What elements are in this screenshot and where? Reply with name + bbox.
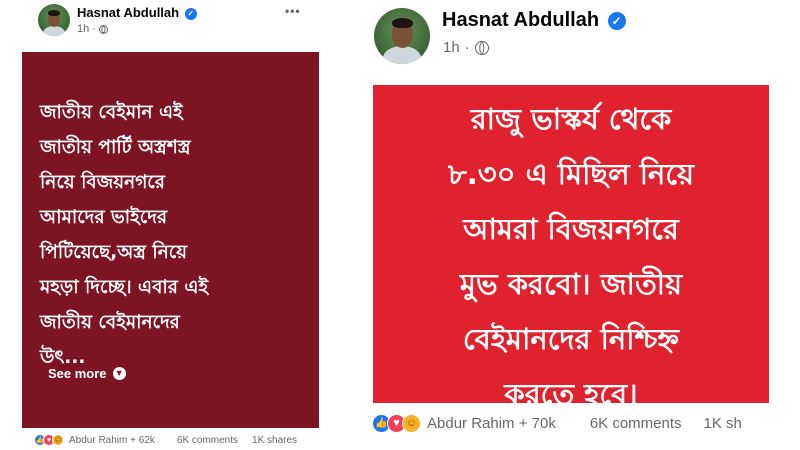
post-text-line: বেইমানদের নিশ্চিহ্ন — [462, 322, 680, 356]
reaction-icons[interactable]: 👍 ♥ ☺ — [372, 414, 421, 433]
post-text-line: রাজু ভাস্কর্য থেকে — [470, 102, 672, 136]
shares-count[interactable]: 1K sh — [704, 415, 742, 432]
post-text-line: ৮.৩০ এ মিছিল নিয়ে — [447, 157, 695, 191]
author-avatar[interactable] — [374, 8, 430, 64]
comments-count[interactable]: 6K comments — [590, 415, 682, 432]
globe-icon — [474, 40, 489, 55]
author-name-text[interactable]: Hasnat Abdullah — [442, 9, 599, 31]
meta-separator: · — [464, 39, 470, 56]
post-text-line: মুভ করবো। জাতীয় — [459, 267, 683, 301]
post-text: রাজু ভাস্কর্য থেকে ৮.৩০ এ মিছিল নিয়ে আম… — [385, 92, 757, 422]
post-text-line: আমরা বিজয়নগরে — [463, 212, 679, 246]
author-name[interactable]: Hasnat Abdullah ✓ — [442, 9, 626, 32]
right-post-card: Hasnat Abdullah ✓ 1h · রাজু ভাস্কর্য থেক… — [0, 0, 800, 450]
reactions-summary[interactable]: Abdur Rahim + 70k — [427, 415, 556, 432]
post-timestamp[interactable]: 1h — [443, 39, 460, 56]
verified-badge-icon: ✓ — [607, 11, 626, 30]
care-icon: ☺ — [402, 414, 421, 433]
post-footer: 👍 ♥ ☺ Abdur Rahim + 70k 6K comments 1K s… — [372, 414, 742, 433]
post-meta: 1h · — [443, 39, 489, 56]
